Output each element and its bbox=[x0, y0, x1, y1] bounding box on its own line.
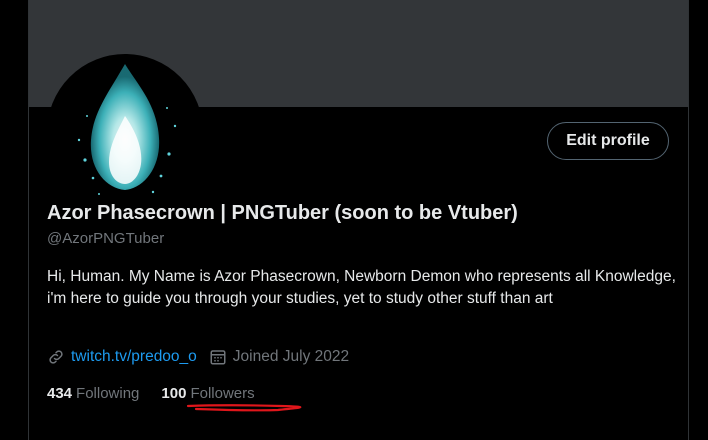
profile-column: Edit profile Azor Phasecrown | PNGTuber … bbox=[28, 0, 689, 440]
profile-meta: twitch.tv/predoo_o Joined July 2022 bbox=[47, 346, 349, 368]
followers-stat[interactable]: 100 Followers bbox=[161, 385, 254, 402]
following-stat[interactable]: 434 Following bbox=[47, 385, 139, 402]
followers-label: Followers bbox=[190, 384, 255, 402]
avatar[interactable] bbox=[47, 54, 203, 210]
website-link[interactable]: twitch.tv/predoo_o bbox=[71, 348, 197, 366]
following-label: Following bbox=[76, 384, 140, 402]
calendar-icon bbox=[209, 348, 227, 366]
edit-profile-button[interactable]: Edit profile bbox=[547, 122, 669, 160]
followers-count: 100 bbox=[161, 384, 187, 402]
followers-highlight-underline bbox=[186, 404, 302, 412]
joined-date: Joined July 2022 bbox=[232, 348, 350, 365]
link-icon bbox=[47, 348, 65, 366]
profile-bio: Hi, Human. My Name is Azor Phasecrown, N… bbox=[47, 268, 676, 307]
profile-stats: 434 Following 100 Followers bbox=[47, 382, 277, 404]
handle: @AzorPNGTuber bbox=[47, 230, 165, 247]
following-count: 434 bbox=[47, 384, 73, 402]
display-name: Azor Phasecrown | PNGTuber (soon to be V… bbox=[47, 202, 518, 224]
